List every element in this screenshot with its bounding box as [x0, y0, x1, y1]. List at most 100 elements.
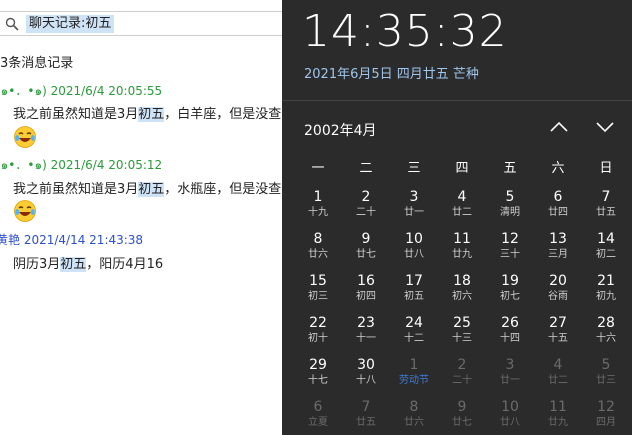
- day-number: 4: [553, 357, 563, 373]
- lunar-label: 十三: [452, 333, 472, 344]
- calendar-day-cell[interactable]: 9 廿七: [342, 230, 390, 270]
- day-number: 14: [597, 231, 615, 247]
- calendar-day-cell[interactable]: 9 廿七: [438, 398, 486, 435]
- calendar-day-cell[interactable]: 1 劳动节: [390, 356, 438, 396]
- calendar-day-cell[interactable]: 4 廿二: [534, 356, 582, 396]
- calendar-day-cell[interactable]: 11 廿九: [438, 230, 486, 270]
- calendar-day-cell[interactable]: 12 四月: [582, 398, 630, 435]
- calendar-day-cell[interactable]: 3 廿一: [486, 356, 534, 396]
- day-number: 12: [597, 399, 615, 415]
- day-number: 5: [601, 357, 611, 373]
- search-hit-highlight: 初五: [60, 257, 87, 272]
- calendar-day-cell[interactable]: 17 初五: [390, 272, 438, 312]
- lunar-label: 廿七: [452, 417, 472, 428]
- day-number: 29: [309, 357, 327, 373]
- clock-time: 14:35:32: [302, 6, 508, 57]
- calendar-day-cell[interactable]: 27 十五: [534, 314, 582, 354]
- weekday-label: 日: [599, 161, 613, 176]
- weekday-label: 三: [407, 161, 421, 176]
- calendar-day-cell[interactable]: 18 初六: [438, 272, 486, 312]
- calendar-day-cell[interactable]: 8 廿六: [294, 230, 342, 270]
- calendar-day-cell[interactable]: 30 十八: [342, 356, 390, 396]
- calendar-day-cell[interactable]: 2 二十: [438, 356, 486, 396]
- month-title[interactable]: 2002年4月: [304, 120, 377, 140]
- calendar-day-cell[interactable]: 3 廿一: [390, 188, 438, 228]
- lunar-label: 初九: [596, 291, 616, 302]
- lunar-label: 廿六: [404, 417, 424, 428]
- calendar-day-cell[interactable]: 1 十九: [294, 188, 342, 228]
- day-number: 8: [409, 399, 419, 415]
- lunar-label: 廿一: [500, 375, 520, 386]
- calendar-day-cell[interactable]: 15 初三: [294, 272, 342, 312]
- calendar-day-cell[interactable]: 21 初九: [582, 272, 630, 312]
- lunar-label: 清明: [500, 207, 520, 218]
- weekday-label: 二: [359, 161, 373, 176]
- calendar-day-cell[interactable]: 20 谷雨: [534, 272, 582, 312]
- date-lunar-line[interactable]: 2021年6月5日 四月廿五 芒种: [304, 63, 479, 82]
- chat-search-panel: 聊天记录:初五 3条消息记录 (๑•．•๑) 2021/6/4 20:05:55…: [0, 0, 282, 435]
- day-number: 18: [453, 273, 471, 289]
- calendar-day-cell[interactable]: 2 二十: [342, 188, 390, 228]
- day-number: 27: [549, 315, 567, 331]
- calendar-day-cell[interactable]: 16 初四: [342, 272, 390, 312]
- day-number: 3: [505, 357, 515, 373]
- message-sender: 黄艳: [0, 233, 21, 247]
- calendar-day-cell[interactable]: 12 三十: [486, 230, 534, 270]
- chevron-up-icon[interactable]: [548, 118, 570, 136]
- calendar-day-cell[interactable]: 23 十一: [342, 314, 390, 354]
- message-text-before: 我之前虽然知道是3月: [13, 107, 139, 122]
- day-number: 17: [405, 273, 423, 289]
- lunar-label: 初三: [308, 291, 328, 302]
- calendar-day-cell[interactable]: 24 十二: [390, 314, 438, 354]
- day-number: 20: [549, 273, 567, 289]
- calendar-day-cell[interactable]: 11 廿九: [534, 398, 582, 435]
- calendar-day-cell[interactable]: 22 初十: [294, 314, 342, 354]
- search-query-text[interactable]: 聊天记录:初五: [26, 15, 115, 33]
- calendar-day-cell[interactable]: 26 十四: [486, 314, 534, 354]
- calendar-day-cell[interactable]: 6 廿四: [534, 188, 582, 228]
- lunar-label: 廿二: [548, 375, 568, 386]
- lunar-label: 廿六: [308, 249, 328, 260]
- calendar-day-cell[interactable]: 29 十七: [294, 356, 342, 396]
- day-number: 13: [549, 231, 567, 247]
- day-number: 22: [309, 315, 327, 331]
- calendar-day-cell[interactable]: 5 清明: [486, 188, 534, 228]
- calendar-day-cell[interactable]: 4 廿二: [438, 188, 486, 228]
- calendar-day-cell[interactable]: 6 立夏: [294, 398, 342, 435]
- lunar-label: 十四: [500, 333, 520, 344]
- calendar-day-cell[interactable]: 14 初二: [582, 230, 630, 270]
- message-header: (๑•．•๑) 2021/6/4 20:05:55: [0, 82, 162, 101]
- lunar-label: 初四: [356, 291, 376, 302]
- calendar-day-cell[interactable]: 28 十六: [582, 314, 630, 354]
- result-count: 3条消息记录: [0, 56, 74, 71]
- message-text-before: 我之前虽然知道是3月: [13, 182, 139, 197]
- lunar-label: 三十: [500, 249, 520, 260]
- weekday-label: 六: [551, 161, 565, 176]
- day-number: 26: [501, 315, 519, 331]
- day-number: 9: [361, 231, 371, 247]
- day-number: 6: [313, 399, 323, 415]
- calendar-day-cell[interactable]: 10 廿八: [390, 230, 438, 270]
- message-header: 黄艳 2021/4/14 21:43:38: [0, 231, 143, 248]
- day-number: 7: [361, 399, 371, 415]
- calendar-day-cell[interactable]: 7 廿五: [342, 398, 390, 435]
- calendar-day-cell[interactable]: 7 廿五: [582, 188, 630, 228]
- calendar-day-cell[interactable]: 25 十三: [438, 314, 486, 354]
- message-text[interactable]: 我之前虽然知道是3月初五，水瓶座，但是没查: [13, 178, 281, 197]
- calendar-day-cell[interactable]: 8 廿六: [390, 398, 438, 435]
- search-input[interactable]: 聊天记录:初五: [0, 11, 282, 36]
- calendar-day-cell[interactable]: 10 廿八: [486, 398, 534, 435]
- day-number: 24: [405, 315, 423, 331]
- calendar-day-cell[interactable]: 5 廿三: [582, 356, 630, 396]
- day-number: 10: [405, 231, 423, 247]
- day-number: 2: [361, 189, 371, 205]
- lunar-label: 初五: [404, 291, 424, 302]
- day-number: 1: [409, 357, 419, 373]
- calendar-day-cell[interactable]: 19 初七: [486, 272, 534, 312]
- message-text[interactable]: 我之前虽然知道是3月初五，白羊座，但是没查: [13, 103, 281, 122]
- chevron-down-icon[interactable]: [594, 118, 616, 136]
- weekday-label: 一: [311, 161, 325, 176]
- calendar-day-cell[interactable]: 13 三月: [534, 230, 582, 270]
- day-number: 28: [597, 315, 615, 331]
- message-text[interactable]: 阴历3月初五，阳历4月16: [13, 253, 163, 272]
